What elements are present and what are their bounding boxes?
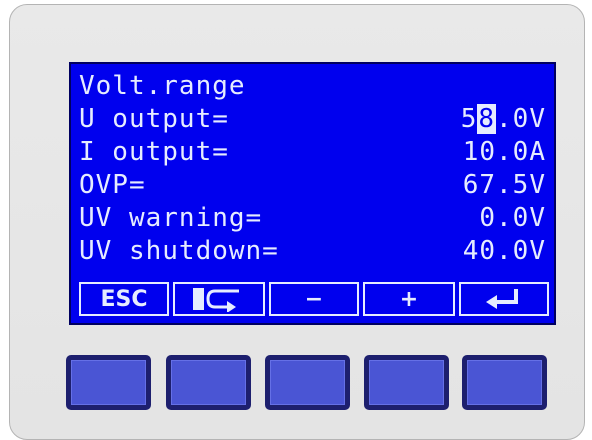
i-output-value: 10.0A [462, 137, 546, 167]
ovp-label: OVP= [79, 170, 146, 200]
cursor-shift-icon [193, 288, 239, 312]
row-uv-warning: UV warning= 0.0V [79, 201, 546, 235]
i-output-label: I output= [79, 137, 229, 167]
softkey-cursor-shift[interactable] [173, 282, 265, 316]
hardware-button-3[interactable] [265, 355, 350, 410]
softkey-plus[interactable]: + [363, 282, 455, 316]
edit-cursor-digit: 8 [477, 104, 497, 134]
row-u-output: U output= 58.0V [79, 102, 546, 136]
hardware-button-1[interactable] [66, 355, 151, 410]
softkey-esc[interactable]: ESC [79, 282, 169, 316]
uv-shutdown-label: UV shutdown= [79, 236, 279, 266]
softkey-bar: ESC − + [79, 282, 549, 316]
enter-arrow-icon [486, 289, 518, 309]
row-i-output: I output= 10.0A [79, 135, 546, 169]
row-uv-shutdown: UV shutdown= 40.0V [79, 234, 546, 268]
hardware-button-2[interactable] [166, 355, 251, 410]
softkey-minus-label: − [304, 286, 324, 312]
u-output-label: U output= [79, 104, 229, 134]
row-ovp: OVP= 67.5V [79, 168, 546, 202]
display-title: Volt.range [79, 71, 246, 101]
softkey-minus[interactable]: − [269, 282, 359, 316]
lcd-display: Volt.range U output= 58.0V I output= 10.… [69, 62, 556, 325]
u-output-digits-after: .0V [496, 104, 546, 134]
device-front-panel: Volt.range U output= 58.0V I output= 10.… [9, 4, 585, 440]
uv-warning-label: UV warning= [79, 203, 263, 233]
softkey-enter[interactable] [459, 282, 549, 316]
u-output-value: 58.0V [461, 102, 546, 136]
uv-shutdown-value: 40.0V [462, 236, 546, 266]
uv-warning-value: 0.0V [479, 203, 546, 233]
softkey-plus-label: + [399, 286, 419, 312]
u-output-digits-before: 5 [460, 104, 478, 134]
hardware-button-5[interactable] [462, 355, 547, 410]
ovp-value: 67.5V [462, 170, 546, 200]
softkey-esc-label: ESC [100, 286, 148, 312]
display-title-row: Volt.range [79, 69, 546, 103]
hardware-button-4[interactable] [364, 355, 449, 410]
